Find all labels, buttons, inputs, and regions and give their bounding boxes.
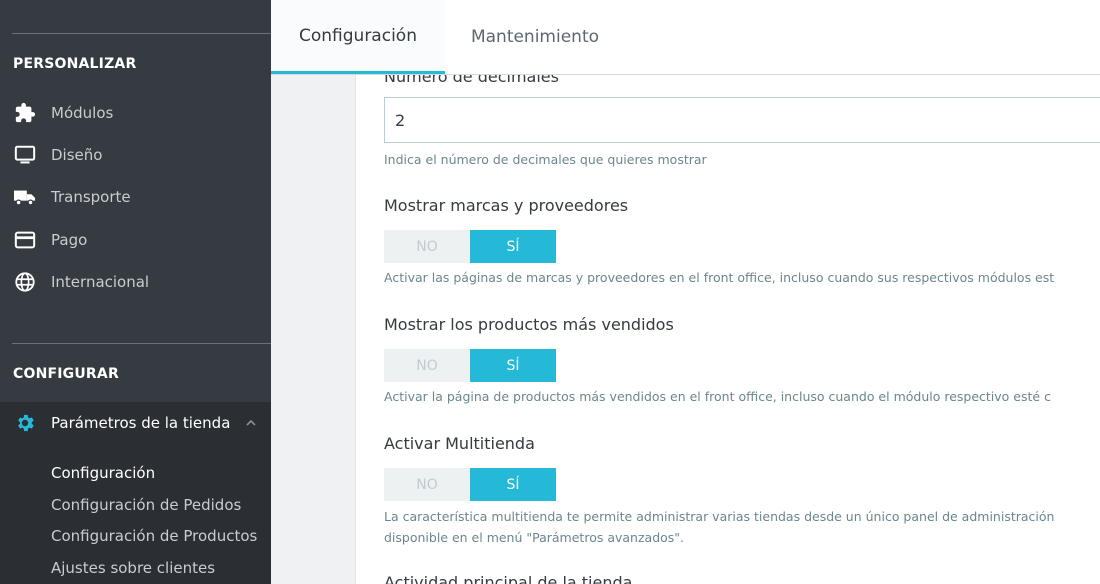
main-activity-label: Actividad principal de la tienda	[384, 573, 633, 584]
brands-switch[interactable]: NO SÍ	[384, 230, 557, 263]
sidebar-item-pago[interactable]: Pago	[0, 219, 271, 261]
multistore-help: La característica multitienda te permite…	[384, 509, 1055, 524]
brands-no-option[interactable]: NO	[384, 230, 470, 263]
brands-yes-option[interactable]: SÍ	[470, 230, 556, 263]
bestsellers-no-option[interactable]: NO	[384, 349, 470, 382]
sidebar-item-label: Parámetros de la tienda	[51, 414, 231, 432]
chevron-up-icon[interactable]	[244, 415, 258, 434]
sidebar-item-modulos[interactable]: Módulos	[0, 92, 271, 134]
sidebar-item-transporte[interactable]: Transporte	[0, 176, 271, 218]
multistore-switch[interactable]: NO SÍ	[384, 468, 557, 501]
decimals-help: Indica el número de decimales que quiere…	[384, 152, 707, 167]
sidebar-item-diseno[interactable]: Diseño	[0, 134, 271, 176]
sidebar-divider	[12, 343, 271, 344]
truck-icon	[13, 185, 37, 209]
decimals-label: Número de decimales	[384, 75, 559, 86]
brands-help: Activar las páginas de marcas y proveedo…	[384, 270, 1055, 285]
tab-mantenimiento[interactable]: Mantenimiento	[445, 0, 625, 74]
sidebar-item-label: Pago	[51, 231, 88, 249]
decimals-input[interactable]: 2	[384, 97, 1100, 143]
bestsellers-switch[interactable]: NO SÍ	[384, 349, 557, 382]
tab-bar: Configuración Mantenimiento	[271, 0, 1100, 75]
multistore-help-line2: disponible en el menú "Parámetros avanza…	[384, 530, 685, 545]
tab-configuracion[interactable]: Configuración	[271, 0, 445, 74]
multistore-label: Activar Multitienda	[384, 434, 535, 453]
sidebar-submenu: Configuración Configuración de Pedidos C…	[0, 444, 271, 584]
brands-label: Mostrar marcas y proveedores	[384, 196, 629, 215]
bestsellers-yes-option[interactable]: SÍ	[470, 349, 556, 382]
sidebar-section-configurar: CONFIGURAR	[13, 366, 119, 382]
sidebar-item-label: Módulos	[51, 104, 114, 122]
multistore-no-option[interactable]: NO	[384, 468, 470, 501]
gear-icon	[13, 411, 37, 435]
sidebar-divider	[12, 33, 271, 34]
sidebar-section-personalizar: PERSONALIZAR	[13, 56, 137, 72]
sidebar-item-parametros-tienda[interactable]: Parámetros de la tienda	[0, 402, 271, 444]
puzzle-icon	[13, 101, 37, 125]
sidebar-item-label: Transporte	[51, 188, 131, 206]
submenu-item-configuracion-pedidos[interactable]: Configuración de Pedidos	[51, 496, 241, 514]
monitor-icon	[13, 143, 37, 167]
sidebar: PERSONALIZAR Módulos Diseño Transporte P…	[0, 0, 271, 584]
bestsellers-label: Mostrar los productos más vendidos	[384, 315, 674, 334]
submenu-item-ajustes-clientes[interactable]: Ajustes sobre clientes	[51, 559, 215, 577]
form-panel: Número de decimales 2 Indica el número d…	[355, 75, 1100, 584]
sidebar-item-label: Diseño	[51, 146, 103, 164]
submenu-item-configuracion[interactable]: Configuración	[51, 464, 155, 482]
sidebar-item-internacional[interactable]: Internacional	[0, 261, 271, 303]
sidebar-item-label: Internacional	[51, 273, 150, 291]
credit-card-icon	[13, 228, 37, 252]
globe-icon	[13, 270, 37, 294]
submenu-item-configuracion-productos[interactable]: Configuración de Productos	[51, 527, 257, 545]
bestsellers-help: Activar la página de productos más vendi…	[384, 389, 1051, 404]
multistore-yes-option[interactable]: SÍ	[470, 468, 556, 501]
